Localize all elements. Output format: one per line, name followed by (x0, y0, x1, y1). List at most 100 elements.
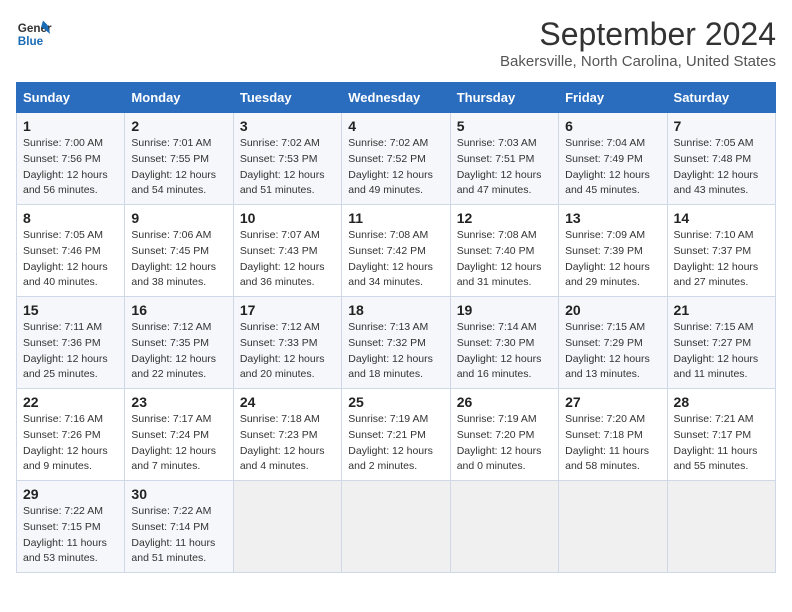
day-number: 29 (23, 486, 118, 502)
day-info: Sunrise: 7:02 AM Sunset: 7:53 PM Dayligh… (240, 136, 335, 199)
day-number: 12 (457, 210, 552, 226)
day-info: Sunrise: 7:02 AM Sunset: 7:52 PM Dayligh… (348, 136, 443, 199)
calendar-cell: 21 Sunrise: 7:15 AM Sunset: 7:27 PM Dayl… (667, 297, 775, 389)
col-friday: Friday (559, 83, 667, 113)
svg-text:Blue: Blue (18, 35, 44, 48)
day-info: Sunrise: 7:14 AM Sunset: 7:30 PM Dayligh… (457, 320, 552, 383)
day-number: 17 (240, 302, 335, 318)
day-info: Sunrise: 7:12 AM Sunset: 7:35 PM Dayligh… (131, 320, 226, 383)
day-number: 10 (240, 210, 335, 226)
day-info: Sunrise: 7:01 AM Sunset: 7:55 PM Dayligh… (131, 136, 226, 199)
calendar-cell: 18 Sunrise: 7:13 AM Sunset: 7:32 PM Dayl… (342, 297, 450, 389)
calendar-row: 22 Sunrise: 7:16 AM Sunset: 7:26 PM Dayl… (17, 389, 776, 481)
location-subtitle: Bakersville, North Carolina, United Stat… (500, 53, 776, 70)
calendar-cell: 15 Sunrise: 7:11 AM Sunset: 7:36 PM Dayl… (17, 297, 125, 389)
calendar-cell (667, 481, 775, 573)
calendar-cell: 2 Sunrise: 7:01 AM Sunset: 7:55 PM Dayli… (125, 113, 233, 205)
day-number: 25 (348, 394, 443, 410)
day-info: Sunrise: 7:19 AM Sunset: 7:21 PM Dayligh… (348, 412, 443, 475)
day-number: 27 (565, 394, 660, 410)
calendar-cell: 3 Sunrise: 7:02 AM Sunset: 7:53 PM Dayli… (233, 113, 341, 205)
day-number: 5 (457, 118, 552, 134)
calendar-row: 1 Sunrise: 7:00 AM Sunset: 7:56 PM Dayli… (17, 113, 776, 205)
day-info: Sunrise: 7:20 AM Sunset: 7:18 PM Dayligh… (565, 412, 660, 475)
calendar-cell: 30 Sunrise: 7:22 AM Sunset: 7:14 PM Dayl… (125, 481, 233, 573)
calendar-cell: 25 Sunrise: 7:19 AM Sunset: 7:21 PM Dayl… (342, 389, 450, 481)
day-number: 13 (565, 210, 660, 226)
calendar-cell: 14 Sunrise: 7:10 AM Sunset: 7:37 PM Dayl… (667, 205, 775, 297)
calendar-cell: 5 Sunrise: 7:03 AM Sunset: 7:51 PM Dayli… (450, 113, 558, 205)
page-header: General Blue September 2024 Bakersville,… (16, 16, 776, 70)
calendar-cell: 27 Sunrise: 7:20 AM Sunset: 7:18 PM Dayl… (559, 389, 667, 481)
day-info: Sunrise: 7:00 AM Sunset: 7:56 PM Dayligh… (23, 136, 118, 199)
calendar-cell: 24 Sunrise: 7:18 AM Sunset: 7:23 PM Dayl… (233, 389, 341, 481)
day-info: Sunrise: 7:22 AM Sunset: 7:14 PM Dayligh… (131, 504, 226, 567)
calendar-cell: 26 Sunrise: 7:19 AM Sunset: 7:20 PM Dayl… (450, 389, 558, 481)
day-number: 26 (457, 394, 552, 410)
day-number: 8 (23, 210, 118, 226)
day-info: Sunrise: 7:03 AM Sunset: 7:51 PM Dayligh… (457, 136, 552, 199)
day-info: Sunrise: 7:21 AM Sunset: 7:17 PM Dayligh… (674, 412, 769, 475)
calendar-cell: 12 Sunrise: 7:08 AM Sunset: 7:40 PM Dayl… (450, 205, 558, 297)
month-title: September 2024 (500, 16, 776, 53)
calendar-cell: 20 Sunrise: 7:15 AM Sunset: 7:29 PM Dayl… (559, 297, 667, 389)
calendar-cell: 9 Sunrise: 7:06 AM Sunset: 7:45 PM Dayli… (125, 205, 233, 297)
calendar-cell: 11 Sunrise: 7:08 AM Sunset: 7:42 PM Dayl… (342, 205, 450, 297)
day-info: Sunrise: 7:07 AM Sunset: 7:43 PM Dayligh… (240, 228, 335, 291)
calendar-cell: 8 Sunrise: 7:05 AM Sunset: 7:46 PM Dayli… (17, 205, 125, 297)
day-info: Sunrise: 7:10 AM Sunset: 7:37 PM Dayligh… (674, 228, 769, 291)
day-number: 21 (674, 302, 769, 318)
day-number: 30 (131, 486, 226, 502)
calendar-cell: 4 Sunrise: 7:02 AM Sunset: 7:52 PM Dayli… (342, 113, 450, 205)
calendar-cell: 10 Sunrise: 7:07 AM Sunset: 7:43 PM Dayl… (233, 205, 341, 297)
day-number: 2 (131, 118, 226, 134)
calendar-cell (342, 481, 450, 573)
calendar-cell: 6 Sunrise: 7:04 AM Sunset: 7:49 PM Dayli… (559, 113, 667, 205)
day-number: 16 (131, 302, 226, 318)
calendar-cell: 7 Sunrise: 7:05 AM Sunset: 7:48 PM Dayli… (667, 113, 775, 205)
day-number: 14 (674, 210, 769, 226)
calendar-cell: 17 Sunrise: 7:12 AM Sunset: 7:33 PM Dayl… (233, 297, 341, 389)
title-block: September 2024 Bakersville, North Caroli… (500, 16, 776, 70)
day-info: Sunrise: 7:05 AM Sunset: 7:46 PM Dayligh… (23, 228, 118, 291)
day-number: 20 (565, 302, 660, 318)
col-wednesday: Wednesday (342, 83, 450, 113)
calendar-cell (233, 481, 341, 573)
day-number: 24 (240, 394, 335, 410)
day-number: 22 (23, 394, 118, 410)
calendar-cell: 29 Sunrise: 7:22 AM Sunset: 7:15 PM Dayl… (17, 481, 125, 573)
day-number: 23 (131, 394, 226, 410)
day-info: Sunrise: 7:16 AM Sunset: 7:26 PM Dayligh… (23, 412, 118, 475)
day-info: Sunrise: 7:17 AM Sunset: 7:24 PM Dayligh… (131, 412, 226, 475)
day-info: Sunrise: 7:15 AM Sunset: 7:29 PM Dayligh… (565, 320, 660, 383)
day-info: Sunrise: 7:04 AM Sunset: 7:49 PM Dayligh… (565, 136, 660, 199)
day-info: Sunrise: 7:22 AM Sunset: 7:15 PM Dayligh… (23, 504, 118, 567)
logo-icon: General Blue (16, 16, 52, 52)
day-info: Sunrise: 7:08 AM Sunset: 7:40 PM Dayligh… (457, 228, 552, 291)
day-number: 6 (565, 118, 660, 134)
calendar-row: 8 Sunrise: 7:05 AM Sunset: 7:46 PM Dayli… (17, 205, 776, 297)
col-saturday: Saturday (667, 83, 775, 113)
day-info: Sunrise: 7:19 AM Sunset: 7:20 PM Dayligh… (457, 412, 552, 475)
calendar-row: 29 Sunrise: 7:22 AM Sunset: 7:15 PM Dayl… (17, 481, 776, 573)
calendar-cell: 23 Sunrise: 7:17 AM Sunset: 7:24 PM Dayl… (125, 389, 233, 481)
day-number: 18 (348, 302, 443, 318)
day-info: Sunrise: 7:15 AM Sunset: 7:27 PM Dayligh… (674, 320, 769, 383)
col-tuesday: Tuesday (233, 83, 341, 113)
col-sunday: Sunday (17, 83, 125, 113)
day-info: Sunrise: 7:05 AM Sunset: 7:48 PM Dayligh… (674, 136, 769, 199)
col-monday: Monday (125, 83, 233, 113)
day-number: 7 (674, 118, 769, 134)
day-number: 15 (23, 302, 118, 318)
day-info: Sunrise: 7:12 AM Sunset: 7:33 PM Dayligh… (240, 320, 335, 383)
calendar-table: Sunday Monday Tuesday Wednesday Thursday… (16, 82, 776, 573)
day-info: Sunrise: 7:11 AM Sunset: 7:36 PM Dayligh… (23, 320, 118, 383)
calendar-cell: 13 Sunrise: 7:09 AM Sunset: 7:39 PM Dayl… (559, 205, 667, 297)
calendar-cell: 1 Sunrise: 7:00 AM Sunset: 7:56 PM Dayli… (17, 113, 125, 205)
day-number: 1 (23, 118, 118, 134)
day-number: 9 (131, 210, 226, 226)
day-number: 4 (348, 118, 443, 134)
calendar-cell (559, 481, 667, 573)
day-number: 28 (674, 394, 769, 410)
day-number: 19 (457, 302, 552, 318)
